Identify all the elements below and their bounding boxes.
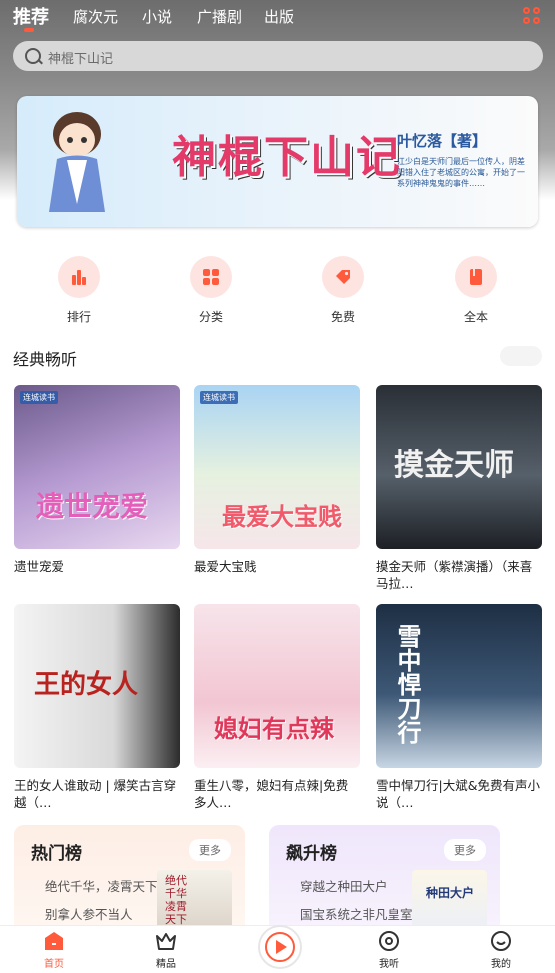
quick-nav-label: 免费 xyxy=(330,310,355,324)
book-cover: 雪中悍刀行 xyxy=(376,604,542,768)
book-title: 遗世宠爱 xyxy=(14,559,65,574)
book-card[interactable]: 雪中悍刀行 雪中悍刀行|大斌&免费有声小说（… xyxy=(376,604,542,811)
rank-thumb-text: 种田大户 xyxy=(426,886,475,900)
rank-item[interactable]: 国宝系统之非凡皇室 xyxy=(300,904,413,923)
active-tab-indicator xyxy=(24,28,34,32)
cover-title: 王的女人 xyxy=(34,670,139,700)
quick-nav-free[interactable]: 免费 xyxy=(313,256,373,325)
rank-item[interactable]: 绝代千华，凌霄天下 xyxy=(45,876,158,895)
quick-nav-ranking[interactable]: 排行 xyxy=(49,256,109,325)
bottom-nav-label: 我听 xyxy=(379,959,399,970)
cover-title: 最爱大宝贱 xyxy=(222,502,342,531)
book-cover: 连城读书 遗世宠爱 xyxy=(14,385,180,549)
book-card[interactable]: 王的女人 王的女人谁敢动 | 爆笑古言穿越（… xyxy=(14,604,180,811)
cover-title: 媳妇有点辣 xyxy=(214,714,334,743)
banner-author: 叶忆落【著】 xyxy=(397,132,488,150)
crown-icon xyxy=(156,933,176,950)
section-title: 经典畅听 xyxy=(13,350,78,369)
book-icon xyxy=(470,269,482,285)
search-input[interactable]: 神棍下山记 xyxy=(48,48,113,67)
bottom-nav-label: 精品 xyxy=(156,959,176,970)
quick-nav-label: 全本 xyxy=(463,310,488,324)
book-card[interactable]: 摸金天师 摸金天师（紫襟演播）（来喜马拉… xyxy=(376,385,542,592)
book-card[interactable]: 媳妇有点辣 重生八零，媳妇有点辣|免费多人… xyxy=(194,604,360,811)
rank-more-button[interactable]: 更多 xyxy=(189,839,231,861)
cover-title: 摸金天师 xyxy=(394,448,514,483)
tab-novel[interactable]: 小说 xyxy=(142,6,172,27)
book-title: 重生八零，媳妇有点辣|免费多人… xyxy=(194,778,349,810)
tag-icon xyxy=(336,270,350,284)
tab-publishing[interactable]: 出版 xyxy=(264,6,294,27)
play-button[interactable] xyxy=(258,925,302,969)
bottom-nav-listening[interactable]: 我听 xyxy=(359,930,419,970)
book-cover: 摸金天师 xyxy=(376,385,542,549)
search-icon xyxy=(25,48,41,64)
hot-rank-board[interactable]: 热门榜 更多 绝代千华，凌霄天下 别拿人参不当人 绝代千华凌霄天下 xyxy=(14,825,245,935)
book-title: 王的女人谁敢动 | 爆笑古言穿越（… xyxy=(14,778,177,810)
publisher-badge: 连城读书 xyxy=(20,391,58,404)
rank-more-button[interactable]: 更多 xyxy=(444,839,486,861)
quick-nav-complete[interactable]: 全本 xyxy=(446,256,506,325)
rank-item[interactable]: 穿越之种田大户 xyxy=(300,876,388,895)
quick-nav-label: 分类 xyxy=(198,310,223,324)
top-tabs: 推荐 腐次元 小说 广播剧 出版 xyxy=(0,0,555,36)
section-more-pill[interactable] xyxy=(500,346,542,366)
category-grid-icon[interactable] xyxy=(523,7,543,27)
book-title: 雪中悍刀行|大斌&免费有声小说（… xyxy=(376,778,540,810)
play-icon xyxy=(265,932,295,962)
cover-title: 雪中悍刀行 xyxy=(393,624,422,744)
bar-chart-icon xyxy=(72,270,86,285)
book-card[interactable]: 连城读书 最爱大宝贱 最爱大宝贱 xyxy=(194,385,360,575)
book-card[interactable]: 连城读书 遗世宠爱 遗世宠爱 xyxy=(14,385,180,575)
book-title: 摸金天师（紫襟演播）（来喜马拉… xyxy=(376,559,533,591)
disc-icon xyxy=(379,931,399,951)
book-cover: 王的女人 xyxy=(14,604,180,768)
banner-blurb: 江少白是天师门最后一位传人，阴差阳错入住了老城区的公寓，开始了一系列神神鬼鬼的事… xyxy=(397,157,525,188)
book-title: 最爱大宝贱 xyxy=(194,559,257,574)
bottom-nav-mine[interactable]: 我的 xyxy=(471,930,531,970)
grid-icon xyxy=(203,269,219,285)
tab-audio-drama[interactable]: 广播剧 xyxy=(197,6,242,27)
rank-title: 飙升榜 xyxy=(286,844,337,864)
publisher-badge: 连城读书 xyxy=(200,391,238,404)
character-illustration xyxy=(49,112,105,212)
promo-banner[interactable]: 神棍下山记 叶忆落【著】 江少白是天师门最后一位传人，阴差阳错入住了老城区的公寓… xyxy=(17,96,538,227)
smile-icon xyxy=(491,931,511,951)
cover-title: 遗世宠爱 xyxy=(36,490,149,523)
rank-thumb-text: 绝代千华凌霄天下 xyxy=(165,874,187,926)
book-cover: 媳妇有点辣 xyxy=(194,604,360,768)
quick-nav-category[interactable]: 分类 xyxy=(181,256,241,325)
rising-rank-board[interactable]: 飙升榜 更多 穿越之种田大户 国宝系统之非凡皇室 种田大户 xyxy=(269,825,500,935)
banner-title: 神棍下山记 xyxy=(172,132,402,183)
rank-title: 热门榜 xyxy=(31,844,82,864)
bottom-nav-home[interactable]: 首页 xyxy=(24,930,84,970)
book-cover: 连城读书 最爱大宝贱 xyxy=(194,385,360,549)
bottom-nav-premium[interactable]: 精品 xyxy=(136,930,196,970)
search-bar[interactable]: 神棍下山记 xyxy=(13,41,543,71)
rank-item[interactable]: 别拿人参不当人 xyxy=(45,904,133,923)
tab-danmei[interactable]: 腐次元 xyxy=(73,6,118,27)
home-icon xyxy=(45,932,63,950)
tab-recommend[interactable]: 推荐 xyxy=(13,3,49,29)
quick-nav-label: 排行 xyxy=(66,310,91,324)
bottom-nav-label: 首页 xyxy=(44,959,64,970)
bottom-nav-label: 我的 xyxy=(491,959,511,970)
